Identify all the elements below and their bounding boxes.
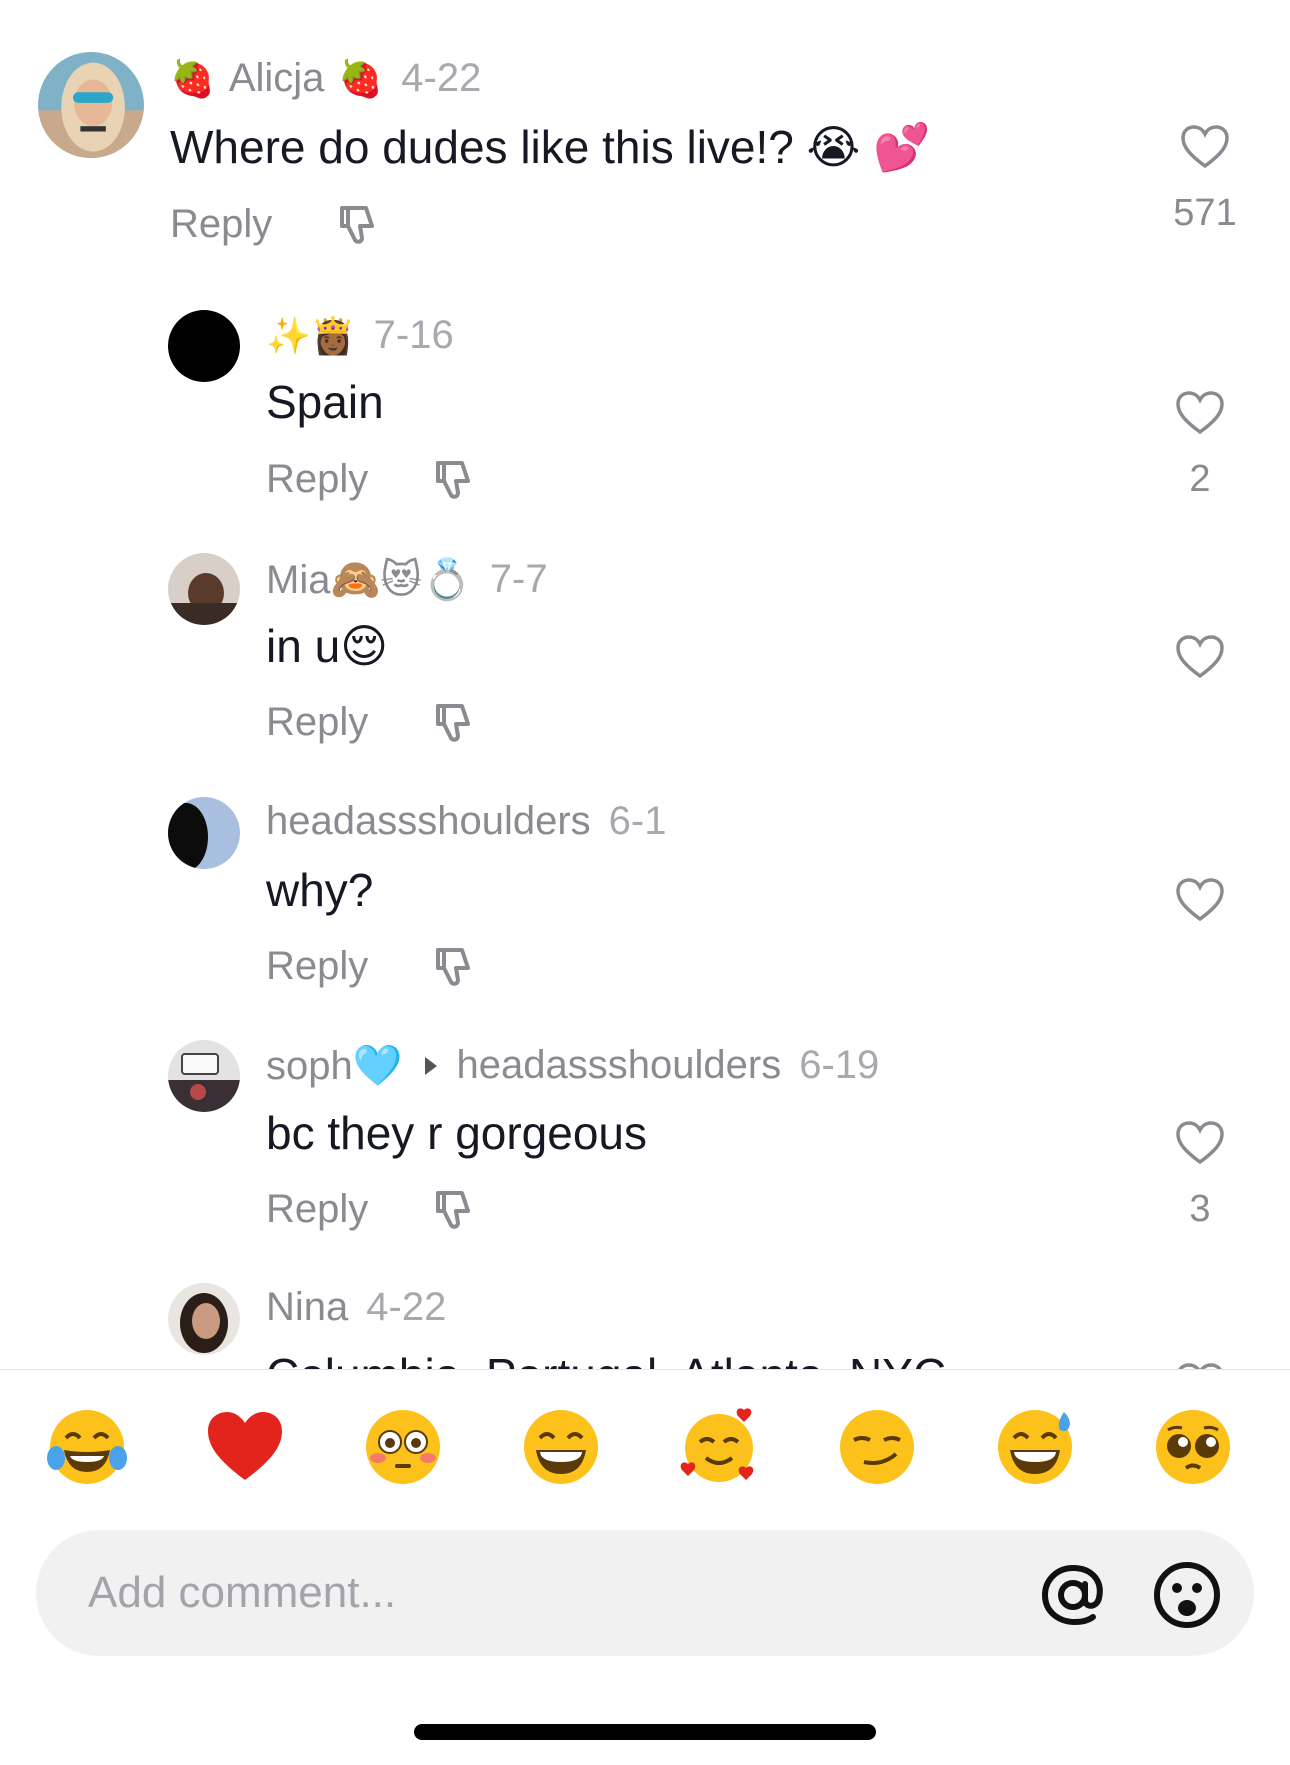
comment-text: Columbia, Portugal, Atlanta, NYC (266, 1348, 946, 1370)
comment-meta: 🍓 Alicja 🍓 4-22 (170, 56, 481, 101)
username[interactable]: soph🩵 (266, 1042, 403, 1089)
avatar[interactable] (168, 310, 240, 382)
username[interactable]: ✨👸🏾 (266, 315, 356, 357)
reply-button[interactable]: Reply (266, 944, 368, 989)
reply-button[interactable]: Reply (170, 202, 272, 247)
heart-outline-icon[interactable] (1175, 390, 1225, 436)
comment-date: 7-16 (373, 313, 454, 357)
comment-actions: Reply (266, 1185, 478, 1233)
add-comment-input[interactable]: Add comment... (36, 1530, 1254, 1656)
username-emoji: 🍓 (170, 58, 215, 100)
comment-actions: Reply (266, 455, 478, 503)
red-heart-emoji-icon[interactable] (204, 1406, 286, 1488)
avatar[interactable] (38, 52, 144, 158)
emoji-face-icon[interactable] (1152, 1560, 1222, 1630)
like-count: 571 (1173, 192, 1237, 234)
comment-date: 4-22 (366, 1285, 447, 1329)
comment-date: 7-7 (489, 557, 548, 601)
username[interactable]: Alicja (229, 56, 325, 101)
username[interactable]: headassshoulders (266, 799, 591, 844)
comment-meta: headassshoulders 6-1 (266, 799, 666, 844)
comment-text: bc they r gorgeous (266, 1107, 648, 1159)
thumbs-down-icon[interactable] (430, 698, 478, 746)
add-comment-placeholder: Add comment... (88, 1568, 397, 1617)
comment-meta: ✨👸🏾 7-16 (266, 313, 454, 358)
divider (0, 1369, 1290, 1370)
comment-actions: Reply (266, 942, 478, 990)
comment-date: 4-22 (401, 56, 482, 100)
grinning-sweat-emoji-icon[interactable] (994, 1406, 1076, 1488)
comment-list[interactable]: 🍓 Alicja 🍓 4-22 Where do dudes like this… (0, 0, 1290, 1370)
like-count: 2 (1189, 458, 1211, 500)
reply-button[interactable]: Reply (266, 700, 368, 745)
heart-outline-icon[interactable] (1180, 124, 1230, 170)
comment-date: 6-1 (608, 799, 667, 843)
home-indicator (414, 1724, 876, 1740)
comment-meta: Mia🙈😻💍 7-7 (266, 556, 548, 603)
avatar[interactable] (168, 553, 240, 625)
comment-text: Where do dudes like this live!? 😭 💕 (170, 121, 931, 173)
avatar[interactable] (168, 797, 240, 869)
heart-outline-icon[interactable] (1175, 1120, 1225, 1166)
pleading-face-emoji-icon[interactable] (1152, 1406, 1234, 1488)
heart-outline-icon[interactable] (1175, 634, 1225, 680)
comment-meta: soph🩵 headassshoulders 6-19 (266, 1042, 879, 1089)
reply-button[interactable]: Reply (266, 1187, 368, 1232)
smirking-face-emoji-icon[interactable] (836, 1406, 918, 1488)
username[interactable]: Mia🙈😻💍 (266, 556, 472, 603)
quick-emoji-bar (0, 1400, 1290, 1500)
reply-to-arrow-icon (424, 1056, 437, 1075)
username[interactable]: Nina (266, 1285, 348, 1330)
comment-actions: Reply (266, 698, 478, 746)
thumbs-down-icon[interactable] (430, 455, 478, 503)
comment-text: Spain (266, 376, 384, 428)
comment-text: why? (266, 864, 374, 916)
beaming-face-emoji-icon[interactable] (520, 1406, 602, 1488)
reply-to-username[interactable]: headassshoulders (457, 1043, 782, 1088)
thumbs-down-icon[interactable] (430, 1185, 478, 1233)
username-emoji: 🍓 (338, 58, 384, 100)
comment-text: in u😌 (266, 620, 389, 672)
avatar[interactable] (168, 1040, 240, 1112)
flushed-emoji-icon[interactable] (362, 1406, 444, 1488)
comment-actions: Reply (170, 200, 382, 248)
smiling-face-with-hearts-emoji-icon[interactable] (678, 1406, 760, 1488)
comment-date: 6-19 (799, 1043, 880, 1087)
at-sign-icon[interactable] (1039, 1562, 1107, 1628)
heart-outline-icon[interactable] (1175, 877, 1225, 923)
comment-meta: Nina 4-22 (266, 1285, 446, 1330)
reply-button[interactable]: Reply (266, 457, 368, 502)
like-count: 3 (1189, 1188, 1211, 1230)
thumbs-down-icon[interactable] (334, 200, 382, 248)
thumbs-down-icon[interactable] (430, 942, 478, 990)
avatar[interactable] (168, 1283, 240, 1355)
tears-of-joy-emoji-icon[interactable] (46, 1406, 128, 1488)
